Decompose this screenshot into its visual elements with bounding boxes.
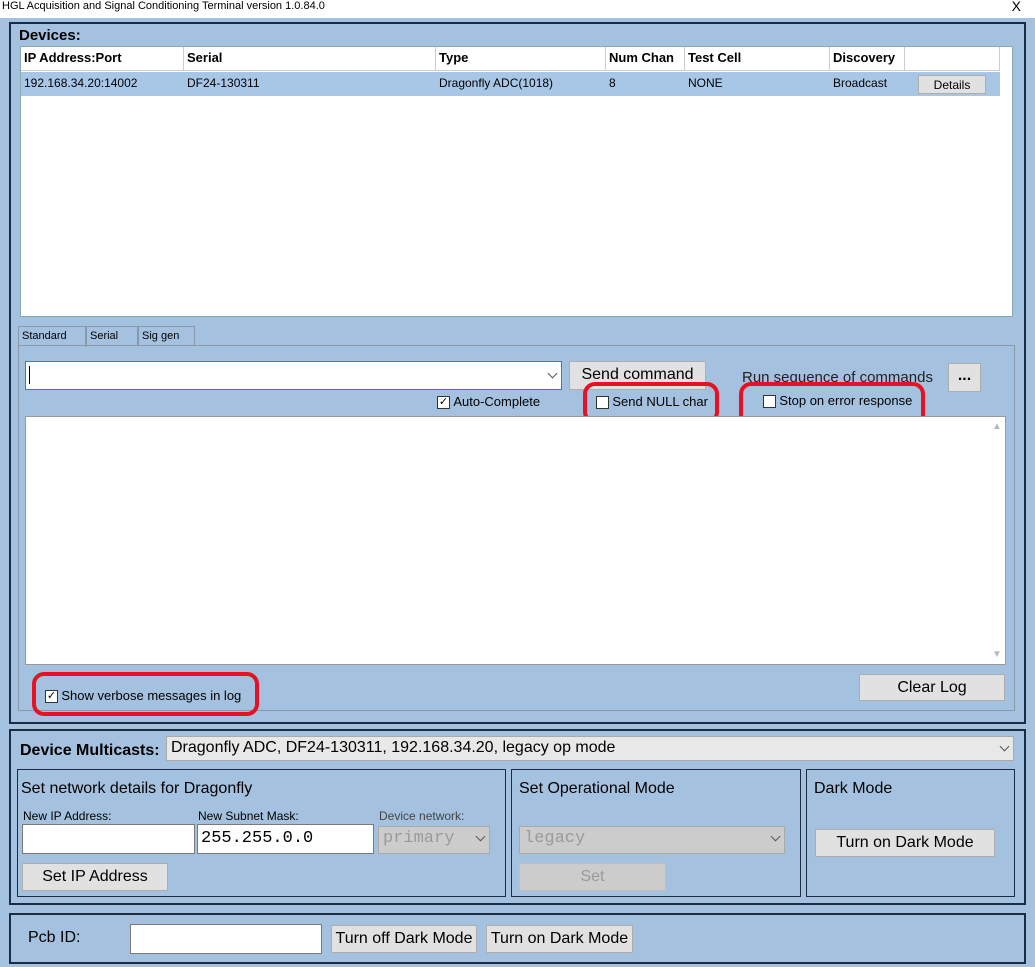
col-serial[interactable]: Serial: [184, 47, 436, 71]
bottom-turn-on-dark-mode-button[interactable]: Turn on Dark Mode: [486, 925, 633, 953]
window-title: HGL Acquisition and Signal Conditioning …: [2, 0, 325, 12]
turn-on-dark-mode-button[interactable]: Turn on Dark Mode: [815, 829, 995, 857]
pcb-label: Pcb ID:: [28, 929, 81, 946]
chevron-down-icon: [475, 831, 486, 842]
tab-standard[interactable]: Standard: [18, 326, 86, 347]
checkbox-icon: [763, 395, 776, 409]
details-button[interactable]: Details: [918, 75, 986, 94]
ip-input[interactable]: [22, 824, 195, 854]
chevron-down-icon[interactable]: [999, 741, 1010, 752]
chevron-down-icon: [770, 831, 781, 842]
text-cursor: [29, 366, 30, 384]
ip-label: New IP Address:: [23, 809, 112, 823]
col-discovery[interactable]: Discovery: [830, 47, 905, 71]
checkmark-icon: ✓: [45, 690, 58, 704]
mask-input[interactable]: 255.255.0.0: [197, 824, 374, 854]
col-details: [905, 47, 1000, 71]
log-scrollbar[interactable]: ▲ ▼: [988, 417, 1005, 664]
cell-ip: 192.168.34.20:14002: [21, 72, 184, 96]
mask-label: New Subnet Mask:: [198, 809, 299, 823]
devices-table[interactable]: IP Address:Port Serial Type Num Chan Tes…: [20, 46, 1013, 317]
op-mode-select: legacy: [519, 826, 785, 854]
network-title: Set network details for Dragonfly: [21, 780, 253, 797]
cell-discovery: Broadcast: [830, 72, 905, 96]
device-network-label: Device network:: [379, 809, 465, 823]
scroll-up-icon[interactable]: ▲: [992, 421, 1002, 432]
clear-log-button[interactable]: Clear Log: [859, 674, 1005, 701]
send-null-checkbox[interactable]: Send NULL char: [596, 394, 708, 410]
log-textarea[interactable]: ▲ ▼: [25, 416, 1006, 665]
turn-off-dark-mode-button[interactable]: Turn off Dark Mode: [331, 925, 477, 953]
col-type[interactable]: Type: [436, 47, 606, 71]
tab-serial[interactable]: Serial: [86, 326, 138, 346]
scroll-down-icon[interactable]: ▼: [992, 649, 1002, 660]
device-network-select: primary: [378, 826, 490, 854]
cell-num-chan: 8: [606, 72, 685, 96]
op-mode-title: Set Operational Mode: [519, 780, 675, 797]
col-ip[interactable]: IP Address:Port: [21, 47, 184, 71]
set-ip-button[interactable]: Set IP Address: [22, 863, 168, 891]
pcb-input[interactable]: [130, 924, 322, 954]
multicast-label: Device Multicasts:: [20, 742, 160, 759]
col-test-cell[interactable]: Test Cell: [685, 47, 830, 71]
devices-header: Devices:: [19, 27, 81, 44]
chevron-down-icon[interactable]: [547, 368, 558, 379]
cell-type: Dragonfly ADC(1018): [436, 72, 606, 96]
close-icon[interactable]: X: [1012, 0, 1021, 14]
cell-serial: DF24-130311: [184, 72, 436, 96]
col-num-chan[interactable]: Num Chan: [606, 47, 685, 71]
run-sequence-button[interactable]: ...: [948, 363, 981, 392]
cell-test-cell: NONE: [685, 72, 830, 96]
title-bar: HGL Acquisition and Signal Conditioning …: [0, 0, 1035, 18]
stop-on-error-checkbox[interactable]: Stop on error response: [763, 393, 912, 409]
set-op-mode-button: Set: [519, 863, 666, 891]
checkmark-icon: ✓: [437, 396, 450, 410]
command-input[interactable]: [25, 361, 562, 390]
auto-complete-checkbox[interactable]: ✓ Auto-Complete: [437, 394, 540, 410]
table-row[interactable]: 192.168.34.20:14002 DF24-130311 Dragonfl…: [21, 72, 1000, 96]
checkbox-icon: [596, 396, 609, 410]
verbose-checkbox[interactable]: ✓ Show verbose messages in log: [45, 688, 241, 704]
dark-mode-title: Dark Mode: [814, 780, 893, 797]
multicast-select[interactable]: Dragonfly ADC, DF24-130311, 192.168.34.2…: [166, 736, 1014, 761]
tab-sig-gen[interactable]: Sig gen: [138, 326, 195, 346]
